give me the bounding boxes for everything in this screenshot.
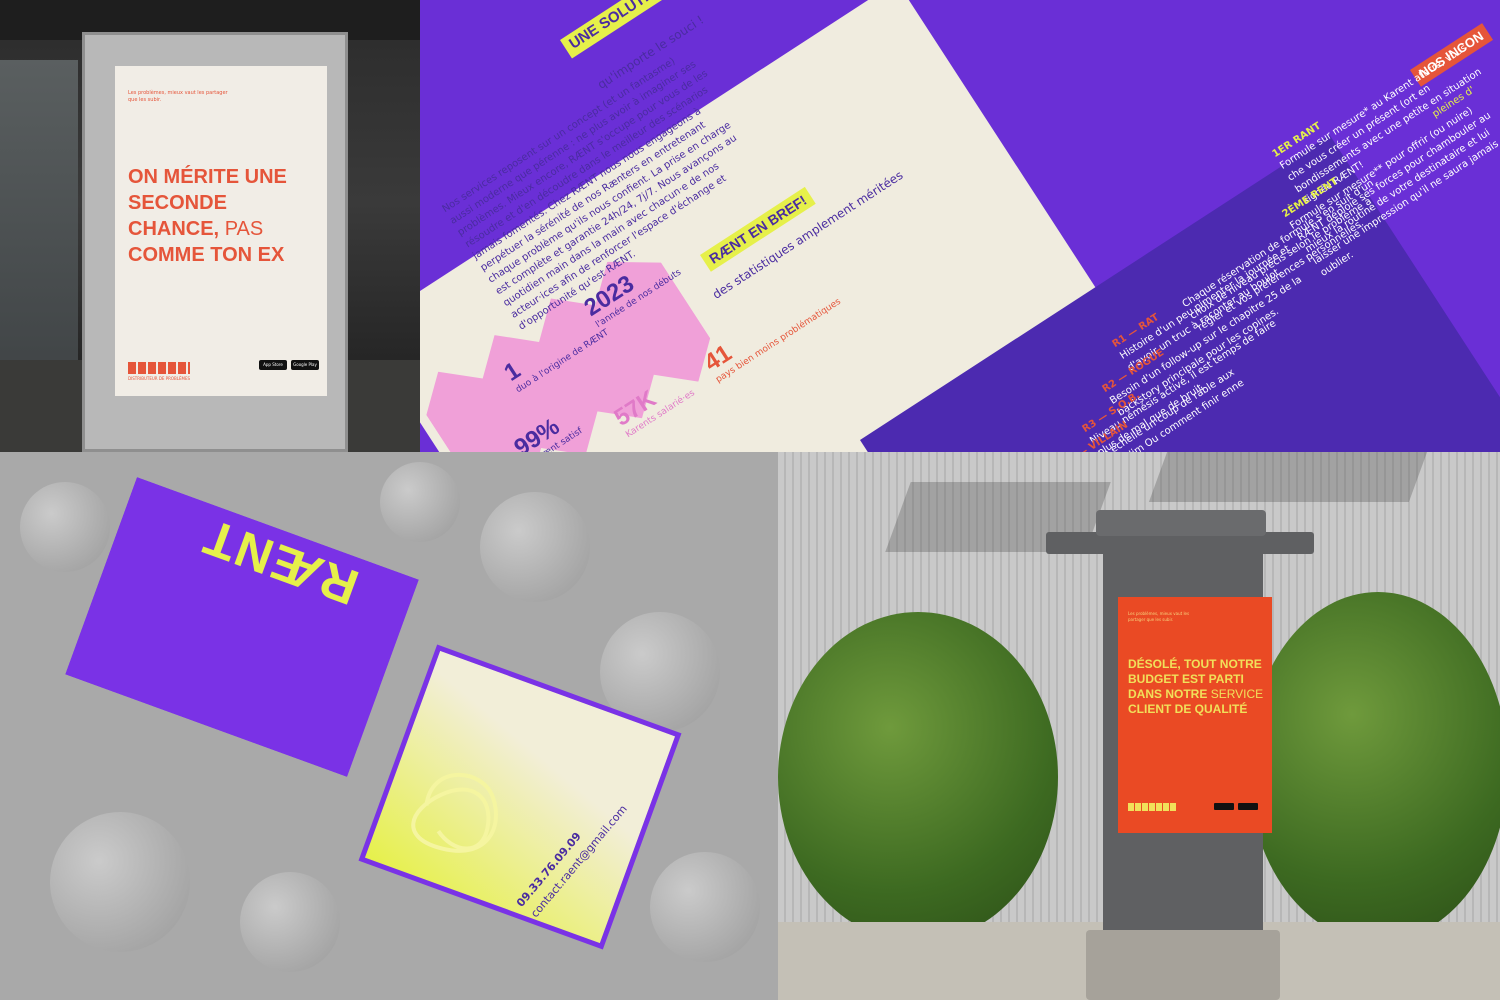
poster-headline: DÉSOLÉ, TOUT NOTRE BUDGET EST PARTI DANS… bbox=[1128, 657, 1268, 717]
bubble-wrap bbox=[240, 872, 340, 972]
brand-logo bbox=[128, 362, 190, 374]
google-play-badge: Google Play bbox=[291, 360, 319, 370]
brand-caption: DISTRIBUTEUR DE PROBLÈMES bbox=[128, 376, 191, 381]
headline-part-thin: SERVICE bbox=[1210, 687, 1264, 701]
scribble-logo-icon bbox=[411, 772, 498, 853]
column-poster: Les problèmes, mieux vaut les partager q… bbox=[1118, 597, 1272, 833]
headline-part-thin: PAS bbox=[224, 218, 264, 240]
business-cards-photo: RÆNT 09.33.76.09.09 contact.raent@gmail.… bbox=[0, 452, 778, 1000]
brand-logo bbox=[1128, 803, 1176, 811]
flyer-photo: UNE SOLUTION POUR TOUS·TES… qu'importe l… bbox=[420, 0, 1500, 452]
app-store-badge: App Store bbox=[259, 360, 287, 370]
bubble-wrap bbox=[20, 482, 110, 572]
bubble-wrap bbox=[380, 462, 460, 542]
shadow bbox=[1148, 452, 1428, 502]
bubble-wrap bbox=[650, 852, 760, 962]
poster-tagline: Les problèmes, mieux vaut les partager q… bbox=[128, 90, 228, 103]
headline-part-2: CLIENT DE QUALITÉ bbox=[1128, 702, 1248, 716]
app-store-badge bbox=[1214, 803, 1234, 810]
bubble-wrap bbox=[50, 812, 190, 952]
column-cap bbox=[1096, 510, 1266, 536]
bush bbox=[778, 612, 1058, 942]
bus-poster: Les problèmes, mieux vaut les partager q… bbox=[115, 66, 327, 396]
poster-headline: ON MÉRITE UNE SECONDE CHANCE, PAS COMME … bbox=[128, 164, 318, 268]
headline-part-2: COMME TON EX bbox=[128, 244, 285, 266]
advertising-column-photo: Les problèmes, mieux vaut les partager q… bbox=[778, 452, 1500, 1000]
bus-shelter-photo: Les problèmes, mieux vaut les partager q… bbox=[0, 0, 420, 452]
bush bbox=[1248, 592, 1500, 942]
bubble-wrap bbox=[480, 492, 590, 602]
poster-tagline: Les problèmes, mieux vaut les partager q… bbox=[1128, 611, 1190, 622]
card-email: contact.raent@gmail.com bbox=[528, 802, 630, 921]
column-base bbox=[1086, 930, 1280, 1000]
google-play-badge bbox=[1238, 803, 1258, 810]
